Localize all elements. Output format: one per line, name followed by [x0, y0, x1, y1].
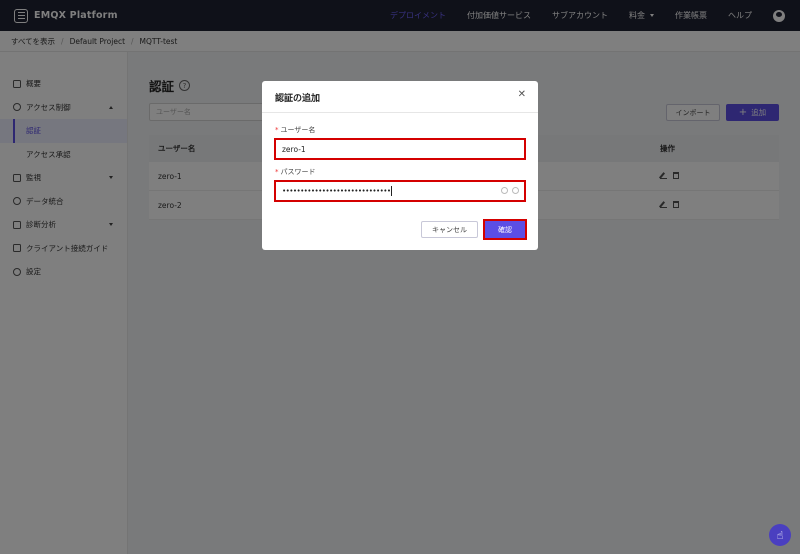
- add-authentication-dialog: 認証の追加 ✕ * ユーザー名 zero-1 * パスワード •••••••••••…: [262, 81, 538, 250]
- confirm-button[interactable]: 確認: [485, 221, 525, 238]
- password-label: * パスワード: [275, 167, 316, 177]
- password-label-text: パスワード: [280, 168, 316, 176]
- close-icon[interactable]: ✕: [518, 89, 526, 100]
- password-value: ••••••••••••••••••••••••••••••: [282, 187, 391, 195]
- confirm-highlight: 確認: [483, 219, 527, 240]
- username-input[interactable]: zero-1: [274, 138, 526, 160]
- cancel-button[interactable]: キャンセル: [421, 221, 478, 238]
- dialog-divider: [262, 112, 538, 113]
- username-label-text: ユーザー名: [280, 126, 316, 134]
- password-field-icons: [501, 187, 519, 194]
- eye-icon[interactable]: [512, 187, 519, 194]
- required-marker: *: [275, 126, 279, 134]
- username-label: * ユーザー名: [275, 125, 315, 135]
- password-input[interactable]: ••••••••••••••••••••••••••••••: [274, 180, 526, 202]
- username-value: zero-1: [282, 144, 306, 154]
- text-cursor: [391, 186, 393, 196]
- clear-icon[interactable]: [501, 187, 508, 194]
- dialog-title: 認証の追加: [275, 94, 321, 104]
- required-marker: *: [275, 168, 279, 176]
- support-hand-icon[interactable]: ☝: [769, 524, 791, 546]
